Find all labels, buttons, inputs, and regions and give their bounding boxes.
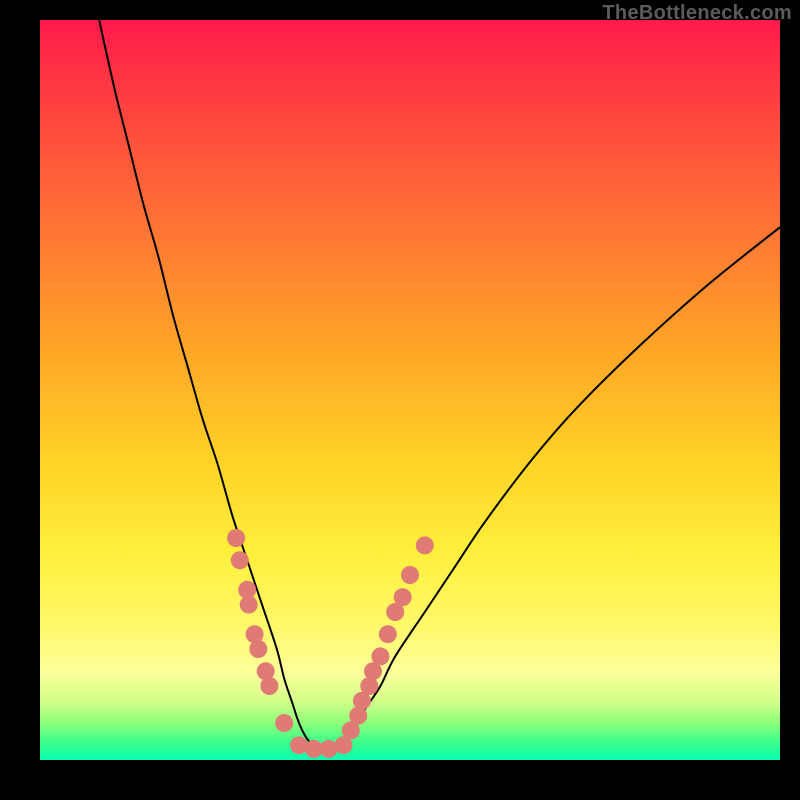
data-point — [379, 625, 397, 643]
chart-overlay-svg — [40, 20, 780, 760]
data-point — [371, 647, 389, 665]
data-point — [240, 596, 258, 614]
bottleneck-curve — [99, 20, 780, 746]
data-point — [416, 536, 434, 554]
data-point — [260, 677, 278, 695]
data-point — [249, 640, 267, 658]
curve-group — [99, 20, 780, 746]
data-point — [227, 529, 245, 547]
data-point — [231, 551, 249, 569]
watermark-label: TheBottleneck.com — [602, 2, 792, 25]
data-point — [401, 566, 419, 584]
data-point — [394, 588, 412, 606]
data-point — [275, 714, 293, 732]
